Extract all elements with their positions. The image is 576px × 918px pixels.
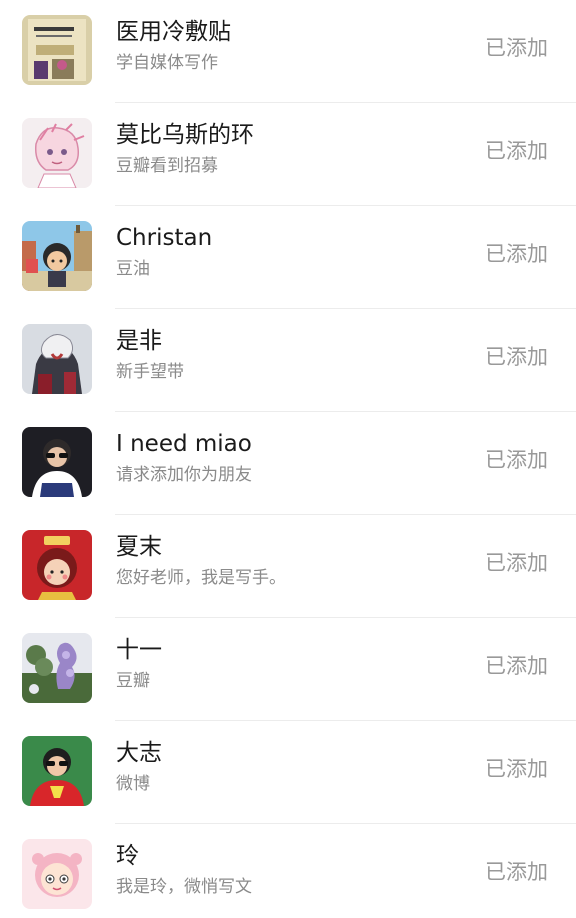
book-cover-avatar[interactable]	[22, 15, 92, 85]
dark-anime-character-avatar[interactable]	[22, 324, 92, 394]
friend-request-row[interactable]: Christan 豆油 已添加	[0, 206, 576, 309]
added-status-label: 已添加	[485, 654, 548, 678]
contact-name: 大志	[116, 740, 162, 766]
contact-name: 医用冷敷贴	[116, 19, 231, 45]
contact-name: 莫比乌斯的环	[116, 122, 254, 148]
friend-request-row[interactable]: 夏末 您好老师，我是写手。 已添加	[0, 515, 576, 618]
added-status-label: 已添加	[485, 448, 548, 472]
pink-cartoon-face-avatar[interactable]	[22, 839, 92, 909]
added-status-label: 已添加	[485, 757, 548, 781]
friend-request-row[interactable]: 是非 新手望带 已添加	[0, 309, 576, 412]
added-status-label: 已添加	[485, 36, 548, 60]
cartoon-red-shirt-avatar[interactable]	[22, 736, 92, 806]
sunglasses-person-avatar[interactable]	[22, 427, 92, 497]
contact-name: 玲	[116, 843, 139, 869]
request-message: 请求添加你为朋友	[116, 465, 252, 485]
contact-name: 是非	[116, 328, 162, 354]
friend-request-row[interactable]: 玲 我是玲，微悄写文 已添加	[0, 824, 576, 918]
contact-name: 十一	[116, 637, 162, 663]
added-status-label: 已添加	[485, 345, 548, 369]
added-status-label: 已添加	[485, 139, 548, 163]
friend-request-row[interactable]: I need miao 请求添加你为朋友 已添加	[0, 412, 576, 515]
red-cartoon-girl-avatar[interactable]	[22, 530, 92, 600]
purple-flowers-avatar[interactable]	[22, 633, 92, 703]
added-status-label: 已添加	[485, 860, 548, 884]
request-message: 豆油	[116, 259, 150, 279]
request-message: 豆瓣看到招募	[116, 156, 218, 176]
friend-request-list: 医用冷敷贴 学自媒体写作 已添加 莫比乌斯的环 豆瓣看到招募 已添加 Chris…	[0, 0, 576, 918]
contact-name: Christan	[116, 225, 213, 251]
cartoon-boy-city-avatar[interactable]	[22, 221, 92, 291]
friend-request-row[interactable]: 十一 豆瓣 已添加	[0, 618, 576, 721]
anime-girl-sketch-avatar[interactable]	[22, 118, 92, 188]
contact-name: 夏末	[116, 534, 162, 560]
contact-name: I need miao	[116, 431, 252, 457]
friend-request-row[interactable]: 莫比乌斯的环 豆瓣看到招募 已添加	[0, 103, 576, 206]
request-message: 微博	[116, 774, 150, 794]
request-message: 我是玲，微悄写文	[116, 877, 252, 897]
request-message: 新手望带	[116, 362, 184, 382]
added-status-label: 已添加	[485, 242, 548, 266]
added-status-label: 已添加	[485, 551, 548, 575]
request-message: 学自媒体写作	[116, 53, 218, 73]
friend-request-row[interactable]: 大志 微博 已添加	[0, 721, 576, 824]
request-message: 豆瓣	[116, 671, 150, 691]
friend-request-row[interactable]: 医用冷敷贴 学自媒体写作 已添加	[0, 0, 576, 103]
request-message: 您好老师，我是写手。	[116, 568, 286, 588]
